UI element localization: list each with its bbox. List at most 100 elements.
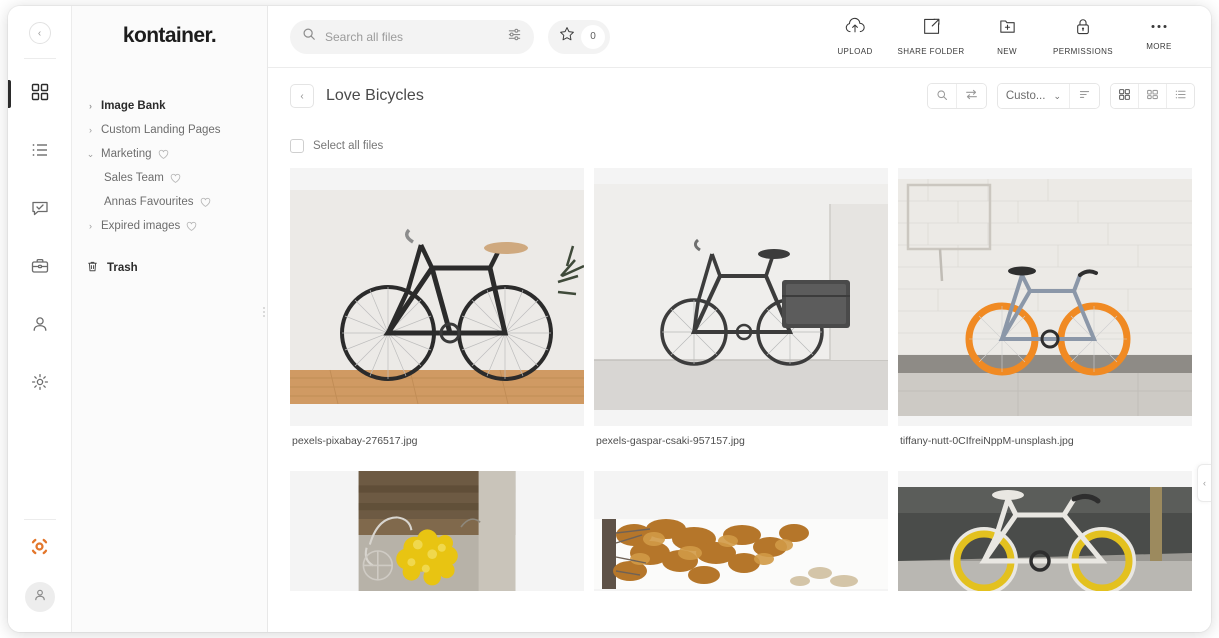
file-thumbnail	[898, 471, 1192, 591]
rail-item-users[interactable]	[8, 297, 72, 355]
search-icon	[936, 89, 948, 104]
more-button[interactable]: MORE	[1123, 17, 1195, 56]
file-card[interactable]	[898, 471, 1192, 614]
action-label: NEW	[997, 47, 1017, 56]
photo-cargo-bike-concrete	[594, 184, 888, 410]
view-toggle-group	[1110, 83, 1195, 109]
file-card[interactable]	[290, 471, 584, 614]
lifebuoy-icon[interactable]	[29, 536, 50, 562]
tree-item-marketing[interactable]: ⌄ Marketing	[82, 142, 257, 166]
tree-item-annas-favourites[interactable]: Annas Favourites	[82, 190, 257, 214]
list-icon	[31, 141, 49, 164]
rail-divider	[23, 58, 56, 59]
tree-item-label: Trash	[107, 262, 138, 274]
folder-header-bar: ‹ Love Bicycles Custo... ⌄	[268, 68, 1211, 124]
file-name: tiffany-nutt-0CIfreiNppM-unsplash.jpg	[900, 435, 1074, 447]
briefcase-icon	[31, 257, 49, 280]
rail-item-list[interactable]	[8, 123, 72, 181]
file-name	[594, 591, 888, 614]
favourites-button[interactable]: 0	[548, 19, 610, 54]
chevron-down-icon: ⌄	[86, 148, 95, 159]
tree-item-label: Marketing	[101, 148, 152, 160]
heart-icon[interactable]	[200, 197, 211, 208]
tree-item-trash[interactable]: Trash	[82, 254, 257, 282]
rail-divider-bottom	[23, 519, 56, 520]
action-label: SHARE FOLDER	[897, 47, 965, 56]
chevron-down-icon: ⌄	[1053, 90, 1061, 101]
sort-order-button[interactable]	[1070, 84, 1099, 108]
photo-yellow-flowers-bike	[358, 471, 516, 591]
tree-item-expired-images[interactable]: › Expired images	[82, 214, 257, 238]
rail-item-projects[interactable]	[8, 239, 72, 297]
action-label: MORE	[1146, 42, 1172, 51]
select-all-checkbox[interactable]	[290, 139, 304, 153]
rail-bottom-group	[8, 505, 71, 632]
gear-icon	[31, 373, 49, 396]
heart-icon[interactable]	[186, 221, 197, 232]
right-panel-toggle[interactable]: ‹	[1197, 464, 1211, 502]
file-thumbnail	[594, 168, 888, 426]
file-card[interactable]: pexels-pixabay-276517.jpg	[290, 168, 584, 461]
search-input[interactable]: Search all files	[290, 19, 534, 54]
rail-item-approvals[interactable]	[8, 181, 72, 239]
photo-orange-wheel-bike-brick	[898, 178, 1192, 416]
action-label: PERMISSIONS	[1053, 47, 1113, 56]
new-folder-button[interactable]: NEW	[971, 17, 1043, 56]
sort-group: Custo... ⌄	[996, 83, 1100, 109]
file-thumbnail	[290, 168, 584, 426]
file-name	[290, 591, 584, 614]
folder-sidebar: kontainer. › Image Bank › Custom Landing…	[72, 6, 270, 632]
select-all-label: Select all files	[313, 140, 384, 152]
sliders-icon[interactable]	[507, 27, 522, 47]
brand-logo: kontainer.	[122, 24, 217, 47]
file-name	[898, 591, 1192, 614]
tree-item-sales-team[interactable]: Sales Team	[82, 166, 257, 190]
view-list-button[interactable]	[1167, 84, 1194, 108]
transfer-button[interactable]	[956, 84, 986, 108]
file-card[interactable]: pexels-gaspar-csaki-957157.jpg	[594, 168, 888, 461]
share-folder-button[interactable]: SHARE FOLDER	[895, 17, 967, 56]
select-all-row[interactable]: Select all files	[290, 124, 1189, 168]
heart-icon[interactable]	[170, 173, 181, 184]
heart-icon[interactable]	[158, 149, 169, 160]
grid-dashboard-icon	[31, 83, 49, 106]
icon-rail: ‹	[8, 6, 72, 632]
sort-value: Custo...	[1005, 90, 1046, 102]
file-grid-area: Select all files pexels-pixabay-276517.j…	[268, 124, 1211, 632]
view-card-button[interactable]	[1139, 84, 1167, 108]
application-window: ‹ kontainer. › Image Bank › Custom Landi…	[8, 6, 1211, 632]
photo-road-bike-wood-floor	[290, 190, 584, 404]
chevron-right-icon: ›	[89, 125, 92, 135]
tree-item-label: Custom Landing Pages	[101, 124, 221, 136]
more-dots-icon	[1149, 17, 1169, 36]
action-label: UPLOAD	[837, 47, 873, 56]
cloud-upload-icon	[844, 17, 866, 41]
folder-search-button[interactable]	[927, 84, 957, 108]
folder-tree: › Image Bank › Custom Landing Pages ⌄ Ma…	[72, 94, 267, 282]
file-card[interactable]: tiffany-nutt-0CIfreiNppM-unsplash.jpg	[898, 168, 1192, 461]
file-thumbnail	[594, 471, 888, 591]
tree-item-label: Annas Favourites	[104, 196, 194, 208]
view-grid-button[interactable]	[1111, 84, 1139, 108]
file-name: pexels-gaspar-csaki-957157.jpg	[596, 435, 745, 447]
sort-dropdown[interactable]: Custo... ⌄	[997, 84, 1070, 108]
rail-item-dashboard[interactable]	[8, 65, 72, 123]
file-grid: pexels-pixabay-276517.jpg pexels-gaspar-…	[290, 168, 1192, 614]
tree-item-custom-landing-pages[interactable]: › Custom Landing Pages	[82, 118, 257, 142]
page-title: Love Bicycles	[326, 87, 424, 104]
file-card[interactable]	[594, 471, 888, 614]
search-filter-group	[926, 83, 987, 109]
collapse-sidebar-button[interactable]: ‹	[28, 22, 51, 44]
upload-button[interactable]: UPLOAD	[819, 17, 891, 56]
permissions-button[interactable]: PERMISSIONS	[1047, 17, 1119, 56]
tree-item-image-bank[interactable]: › Image Bank	[82, 94, 257, 118]
main-area: Search all files 0 UPLOAD SHARE FOLDER N…	[268, 6, 1211, 632]
chevron-right-icon: ›	[89, 101, 92, 111]
trash-icon	[86, 260, 99, 276]
user-avatar-button[interactable]	[24, 582, 55, 612]
back-button[interactable]: ‹	[290, 84, 314, 108]
search-icon	[302, 27, 316, 46]
file-thumbnail	[290, 471, 584, 591]
rail-item-settings[interactable]	[8, 355, 72, 413]
lock-icon	[1074, 17, 1092, 41]
